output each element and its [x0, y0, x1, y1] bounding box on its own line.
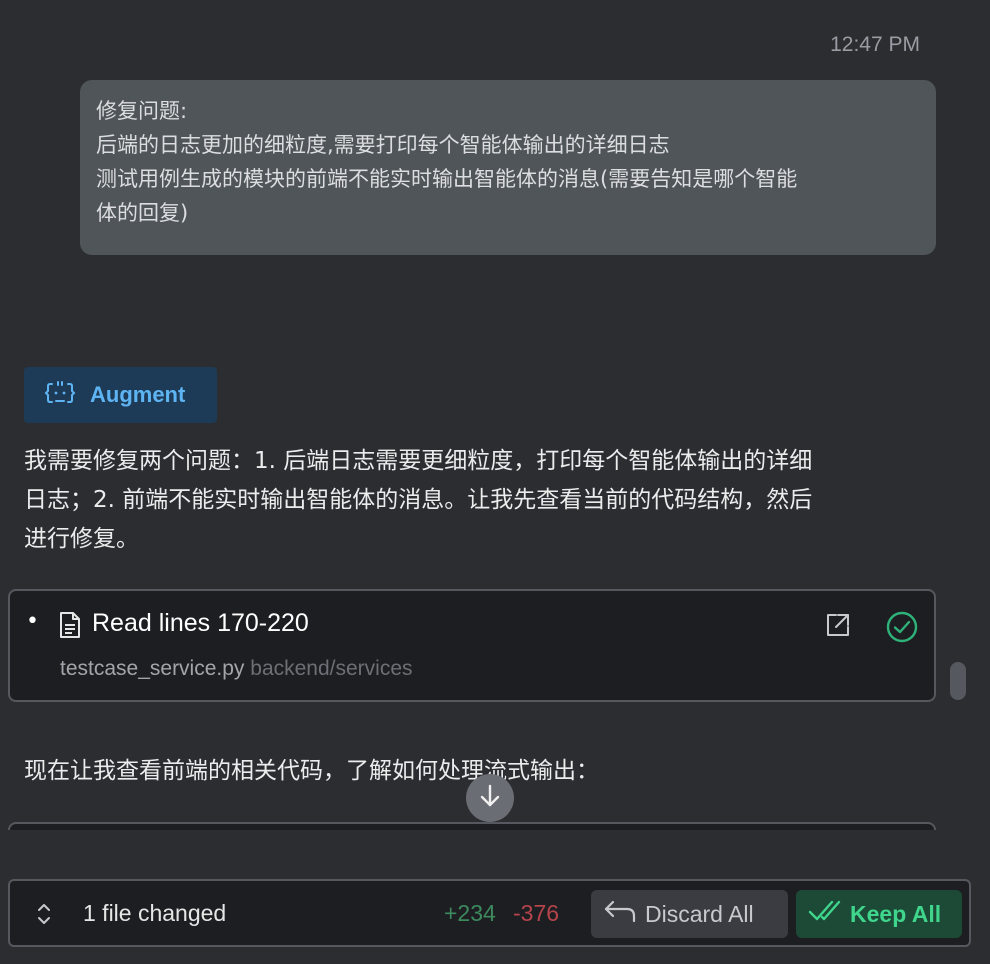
agent-bot-icon [44, 377, 76, 413]
chat-panel: 12:47 PM 修复问题: 后端的日志更加的细粒度,需要打印每个智能体输出的详… [0, 0, 990, 964]
agent-next-message: 现在让我查看前端的相关代码，了解如何处理流式输出： [24, 758, 599, 784]
undo-arrow-icon [603, 898, 637, 930]
document-icon [58, 611, 82, 643]
keep-all-label: Keep All [850, 900, 942, 927]
file-name[interactable]: testcase_service.py [60, 657, 244, 680]
tool-call-title: Read lines 170-220 [92, 609, 309, 637]
user-message-bubble: 修复问题: 后端的日志更加的细粒度,需要打印每个智能体输出的详细日志 测试用例生… [80, 80, 936, 255]
user-message-line: 后端的日志更加的细粒度,需要打印每个智能体输出的详细日志 [96, 133, 670, 157]
files-changed-summary[interactable]: 1 file changed [83, 900, 226, 927]
tool-call-card[interactable]: • Read lines 170-220 testcase_service.py… [8, 589, 936, 702]
success-check-icon [886, 611, 918, 647]
scrollbar-thumb[interactable] [950, 662, 966, 700]
agent-reply: 我需要修复两个问题：1. 后端日志需要更细粒度，打印每个智能体输出的详细 日志；… [24, 442, 924, 559]
agent-name: Augment [90, 382, 186, 407]
discard-all-label: Discard All [645, 900, 754, 927]
keep-all-button[interactable]: Keep All [796, 890, 962, 938]
agent-reply-line: 日志；2. 前端不能实时输出智能体的消息。让我先查看当前的代码结构，然后 [24, 487, 813, 513]
lines-added-count: +234 [444, 900, 496, 926]
user-message-line: 修复问题: [96, 99, 188, 123]
user-message-line: 测试用例生成的模块的前端不能实时输出智能体的消息(需要告知是哪个智能 [96, 167, 798, 191]
open-file-icon[interactable] [824, 611, 852, 643]
agent-reply-line: 我需要修复两个问题：1. 后端日志需要更细粒度，打印每个智能体输出的详细 [24, 448, 813, 474]
file-path[interactable]: testcase_service.py backend/services [60, 657, 413, 681]
arrow-down-icon [477, 783, 503, 813]
expand-collapse-icon[interactable] [34, 901, 54, 931]
bottom-fade [0, 830, 990, 878]
discard-all-button[interactable]: Discard All [591, 890, 788, 938]
changes-bar: 1 file changed +234 -376 Discard All Kee… [8, 879, 971, 947]
double-check-icon [808, 898, 842, 930]
bullet: • [26, 609, 39, 634]
message-timestamp: 12:47 PM [830, 33, 920, 56]
agent-badge: Augment [24, 367, 217, 423]
user-message-line: 体的回复) [96, 201, 189, 225]
file-directory: backend/services [250, 657, 413, 680]
scroll-to-bottom-button[interactable] [466, 774, 514, 822]
lines-removed-count: -376 [513, 900, 560, 926]
agent-reply-line: 进行修复。 [24, 526, 139, 552]
